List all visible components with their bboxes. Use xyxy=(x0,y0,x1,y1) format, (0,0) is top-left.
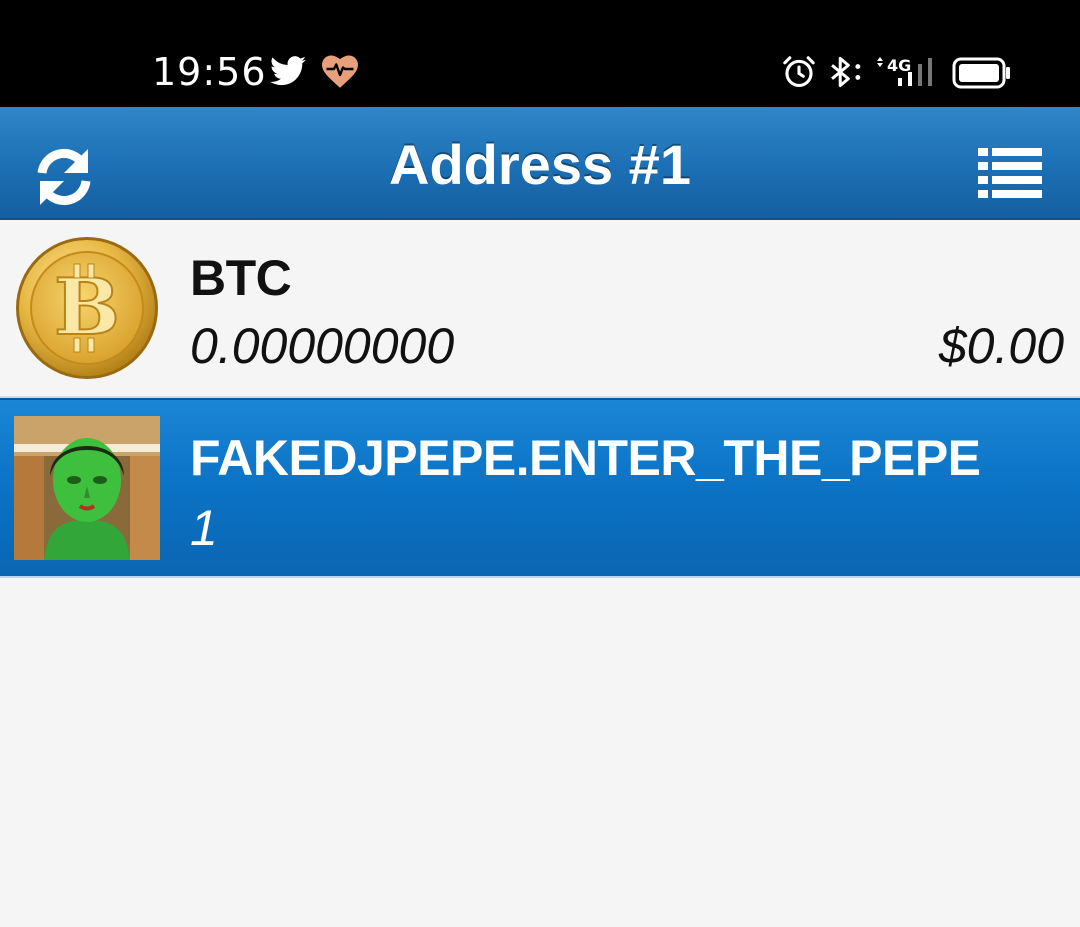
bluetooth-icon xyxy=(831,56,861,88)
list-menu-icon xyxy=(978,148,1042,198)
svg-text:B: B xyxy=(54,262,120,353)
asset-name: BTC xyxy=(190,250,292,306)
battery-icon xyxy=(952,57,1010,89)
asset-name: FAKEDJPEPE.ENTER_THE_PEPE xyxy=(190,430,981,486)
asset-balance: 0.00000000 xyxy=(190,318,455,374)
status-bar: 19:56 4G xyxy=(0,0,1080,107)
asset-list: B BTC 0.00000000 $0.00 FAKEDJPEPE.ENTER_… xyxy=(0,220,1080,578)
asset-row-fakedjpepe[interactable]: FAKEDJPEPE.ENTER_THE_PEPE 1 xyxy=(0,398,1080,578)
asset-thumbnail xyxy=(14,416,160,560)
bitcoin-coin-icon: B xyxy=(16,237,158,379)
asset-balance: 1 xyxy=(190,500,218,556)
twitter-icon xyxy=(270,56,306,86)
list-menu-button[interactable] xyxy=(976,147,1044,199)
app-bar: Address #1 xyxy=(0,107,1080,220)
status-time: 19:56 xyxy=(152,50,267,94)
signal-icon: 4G xyxy=(877,56,932,86)
alarm-icon xyxy=(783,56,815,88)
asset-row-btc[interactable]: B BTC 0.00000000 $0.00 xyxy=(0,220,1080,398)
page-title: Address #1 xyxy=(389,133,691,196)
health-heart-icon xyxy=(322,55,358,88)
asset-usd-value: $0.00 xyxy=(938,318,1064,374)
svg-text:4G: 4G xyxy=(887,56,911,75)
